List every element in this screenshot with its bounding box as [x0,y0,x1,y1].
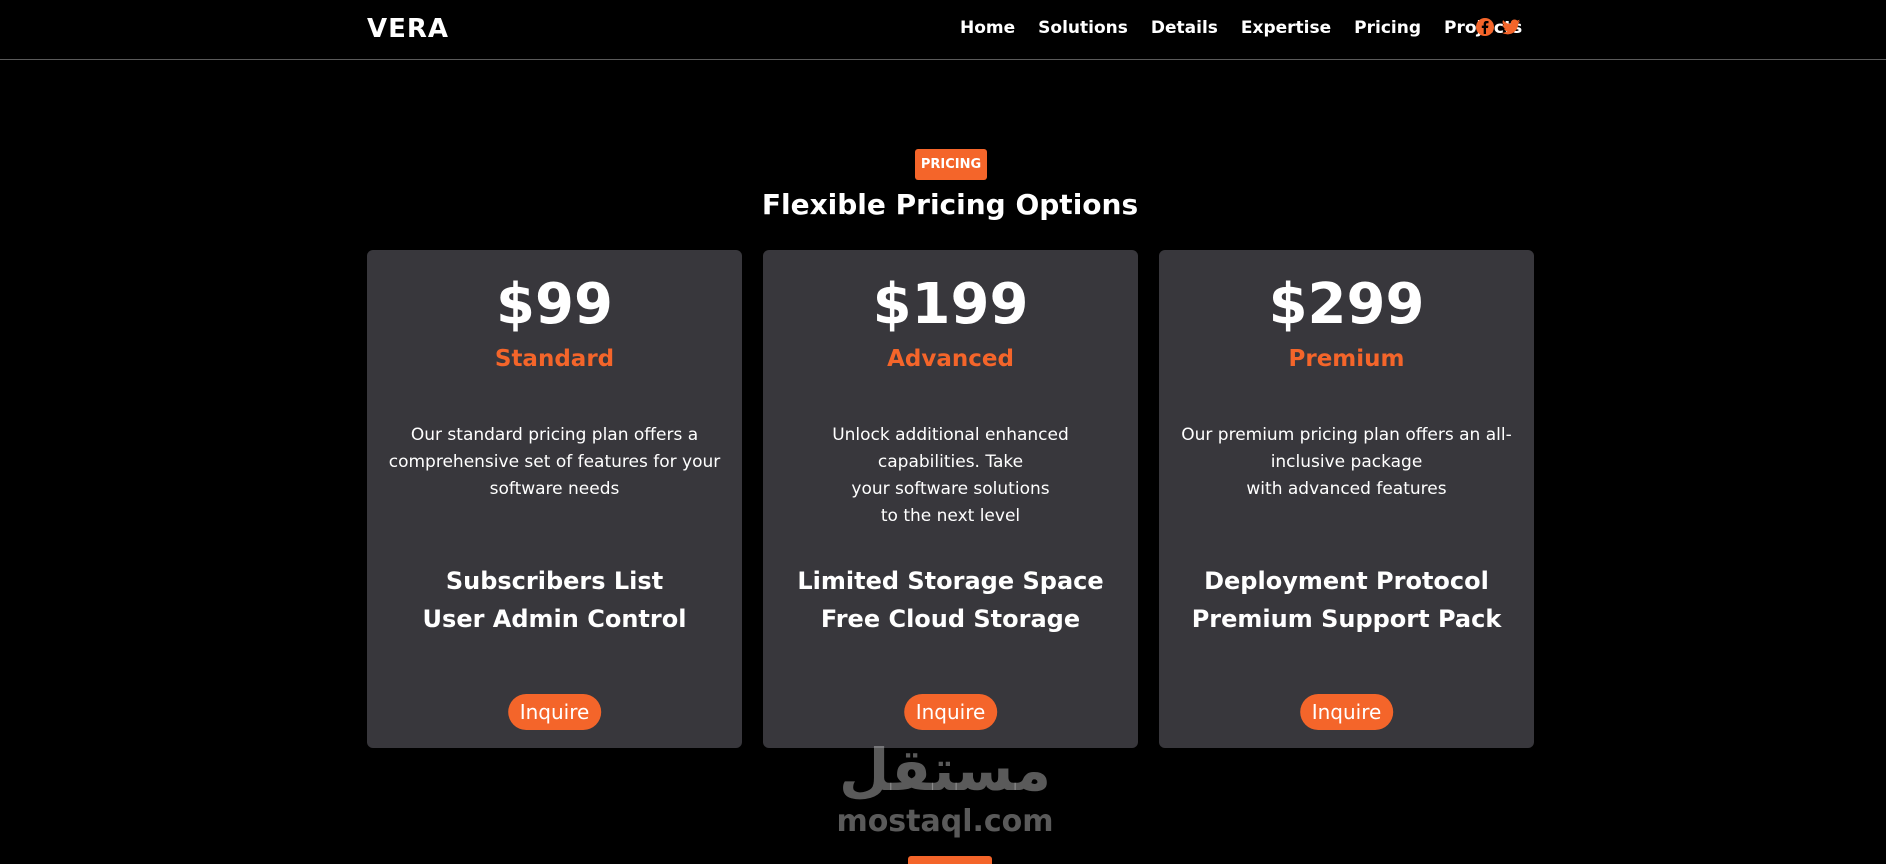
plan-name: Premium [1288,346,1405,372]
description-line: Our standard pricing plan offers a [410,425,699,445]
plan-description: Our standard pricing plan offers a compr… [383,422,726,503]
watermark-arabic: مستقل [838,736,1052,804]
plan-name: Advanced [887,346,1014,372]
feature-list: Subscribers List User Admin Control [367,562,742,638]
plan-description: Unlock additional enhanced capabilities.… [779,422,1122,530]
inquire-button[interactable]: Inquire [507,694,602,730]
watermark: مستقل mostaql.com [830,735,1060,839]
nav-solutions[interactable]: Solutions [1038,18,1128,38]
pricing-card-premium: $299 Premium Our premium pricing plan of… [1159,250,1534,748]
feature-list: Deployment Protocol Premium Support Pack [1159,562,1534,638]
nav-home[interactable]: Home [960,18,1015,38]
description-line: with advanced features [1246,479,1447,499]
inquire-button[interactable]: Inquire [1299,694,1394,730]
next-section-badge [908,856,992,864]
price: $299 [1268,272,1425,337]
plan-name: Standard [494,346,615,372]
nav-details[interactable]: Details [1151,18,1218,38]
top-navigation-bar: VERA Home Solutions Details Expertise Pr… [0,0,1886,60]
description-line: Our premium pricing plan offers an all- [1181,425,1512,445]
feature-item: User Admin Control [422,605,687,633]
description-line: to the next level [880,506,1021,526]
nav-pricing[interactable]: Pricing [1354,18,1421,38]
inquire-button[interactable]: Inquire [903,694,998,730]
plan-description: Our premium pricing plan offers an all- … [1175,422,1518,503]
feature-list: Limited Storage Space Free Cloud Storage [763,562,1138,638]
feature-item: Limited Storage Space [797,567,1104,595]
watermark-latin: mostaql.com [836,804,1054,839]
pricing-card-advanced: $199 Advanced Unlock additional enhanced… [763,250,1138,748]
feature-item: Free Cloud Storage [820,605,1081,633]
description-line: inclusive package [1270,452,1423,472]
feature-item: Deployment Protocol [1204,567,1489,595]
pricing-badge: PRICING [915,149,987,180]
section-title: Flexible Pricing Options [761,188,1139,221]
nav-expertise[interactable]: Expertise [1241,18,1331,38]
social-links [1475,17,1521,37]
description-line: software needs [489,479,620,499]
description-line: Unlock additional enhanced capabilities.… [832,425,1069,472]
price: $199 [872,272,1029,337]
feature-item: Premium Support Pack [1191,605,1502,633]
pricing-card-standard: $99 Standard Our standard pricing plan o… [367,250,742,748]
feature-item: Subscribers List [445,567,664,595]
description-line: comprehensive set of features for your [388,452,721,472]
main-nav: Home Solutions Details Expertise Pricing… [960,18,1545,38]
price: $99 [496,272,613,337]
description-line: your software solutions [851,479,1050,499]
twitter-icon[interactable] [1501,17,1521,37]
facebook-icon[interactable] [1475,17,1495,37]
site-logo[interactable]: VERA [367,14,449,44]
